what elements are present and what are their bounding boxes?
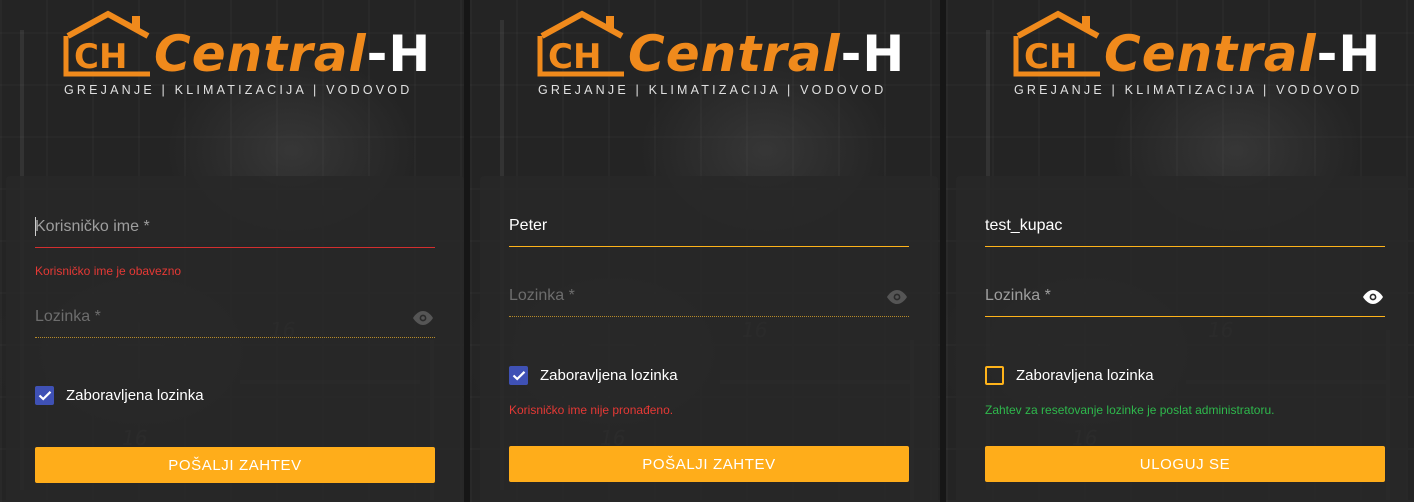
eye-icon[interactable] (885, 289, 909, 305)
house-logo-icon: CH (1013, 10, 1100, 77)
password-label: Lozinka * (35, 308, 101, 325)
username-field[interactable]: Korisničko ime * (35, 208, 435, 248)
login-panel-1: 16 16 CH Central-H GREJANJE | KLIMATIZAC… (0, 0, 470, 502)
username-field[interactable]: test_kupac (985, 207, 1385, 247)
forgot-password-label: Zaboravljena lozinka (540, 367, 678, 384)
forgot-password-label: Zaboravljena lozinka (66, 387, 204, 404)
password-field[interactable]: Lozinka * (509, 277, 909, 317)
brand-tagline: GREJANJE | KLIMATIZACIJA | VODOVOD (1014, 83, 1363, 97)
password-underline (985, 316, 1385, 317)
submit-request-button[interactable]: POŠALJI ZAHTEV (509, 446, 909, 482)
forgot-password-checkbox[interactable]: Zaboravljena lozinka (985, 366, 1154, 385)
brand-name-dash: - (1316, 25, 1339, 83)
user-not-found-error: Korisničko ime nije pronađeno. (509, 403, 674, 417)
username-underline (985, 246, 1385, 247)
username-underline (509, 246, 909, 247)
brand-name-letter: H (388, 25, 432, 83)
forgot-password-checkbox[interactable]: Zaboravljena lozinka (509, 366, 678, 385)
brand-name-main: Central (628, 25, 841, 83)
brand-name-main: Central (154, 25, 367, 83)
password-underline (509, 316, 909, 317)
username-value: test_kupac (985, 217, 1063, 234)
eye-icon[interactable] (1361, 289, 1385, 305)
username-value: Peter (509, 217, 548, 234)
password-label: Lozinka * (985, 287, 1051, 304)
username-field[interactable]: Peter (509, 207, 909, 247)
brand-logo: CH Central-H GREJANJE | KLIMATIZACIJA | … (62, 10, 430, 100)
house-logo-icon: CH (63, 10, 150, 77)
password-label: Lozinka * (509, 287, 575, 304)
brand-tagline: GREJANJE | KLIMATIZACIJA | VODOVOD (538, 83, 887, 97)
brand-name: Central-H (154, 26, 431, 82)
login-panel-2: 16 16 CH Central-H GREJANJE | KLIMATIZAC… (470, 0, 946, 502)
house-logo-icon: CH (537, 10, 624, 77)
eye-icon[interactable] (411, 310, 435, 326)
password-underline (35, 337, 435, 338)
checkbox-checked-icon[interactable] (509, 366, 528, 385)
text-caret (35, 217, 36, 236)
forgot-password-label: Zaboravljena lozinka (1016, 367, 1154, 384)
logo-mark-text: CH (74, 37, 127, 77)
logo-mark-text: CH (1024, 37, 1077, 77)
brand-name: Central-H (628, 26, 905, 82)
login-button[interactable]: ULOGUJ SE (985, 446, 1385, 482)
logo-mark-text: CH (548, 37, 601, 77)
checkbox-checked-icon[interactable] (35, 386, 54, 405)
submit-request-button[interactable]: POŠALJI ZAHTEV (35, 447, 435, 483)
reset-request-success-message: Zahtev za resetovanje lozinke je poslat … (985, 403, 1275, 417)
brand-name-letter: H (862, 25, 906, 83)
brand-name: Central-H (1104, 26, 1381, 82)
login-panel-3: 16 16 CH Central-H GREJANJE | KLIMATIZAC… (946, 0, 1414, 502)
brand-logo: CH Central-H GREJANJE | KLIMATIZACIJA | … (1012, 10, 1380, 100)
brand-logo: CH Central-H GREJANJE | KLIMATIZACIJA | … (536, 10, 904, 100)
brand-tagline: GREJANJE | KLIMATIZACIJA | VODOVOD (64, 83, 413, 97)
password-field[interactable]: Lozinka * (985, 277, 1385, 317)
checkbox-unchecked-icon[interactable] (985, 366, 1004, 385)
brand-name-main: Central (1104, 25, 1317, 83)
forgot-password-checkbox[interactable]: Zaboravljena lozinka (35, 386, 204, 405)
brand-name-dash: - (840, 25, 863, 83)
username-error: Korisničko ime je obavezno (35, 264, 182, 278)
password-field[interactable]: Lozinka * (35, 298, 435, 338)
brand-name-dash: - (366, 25, 389, 83)
brand-name-letter: H (1338, 25, 1382, 83)
username-label: Korisničko ime * (35, 218, 150, 235)
username-underline (35, 247, 435, 248)
